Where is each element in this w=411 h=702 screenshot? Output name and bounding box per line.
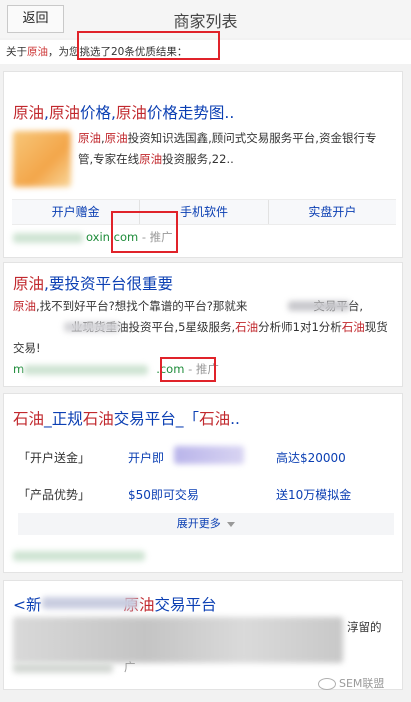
highlight-box-summary <box>77 31 220 60</box>
desc-text: 投资服务,22.. <box>162 152 234 166</box>
title-keyword: 石油 <box>82 410 114 428</box>
result-description: 淳留的 <box>347 617 382 638</box>
blurred-url <box>13 233 83 243</box>
title-keyword: 原油 <box>13 275 45 293</box>
result-url-line[interactable]: 广 <box>124 657 136 678</box>
result-title[interactable]: 石油_正规石油交易平台_「石油.. <box>13 407 240 429</box>
page-title: 商家列表 <box>173 12 238 31</box>
desc-keyword: 原油 <box>139 152 163 166</box>
highlight-box-ad-tag <box>160 357 216 382</box>
highlight-box-ad-tag <box>111 211 178 253</box>
row-value[interactable]: 高达$20000 <box>276 449 346 466</box>
title-text: _正规 <box>44 410 83 428</box>
sitelinks: 开户赠金 手机软件 实盘开户 <box>12 199 396 225</box>
row-label: 「产品优势」 <box>18 488 91 502</box>
title-keyword: 石油 <box>199 410 231 428</box>
blurred-text <box>174 446 244 464</box>
row-value[interactable]: 送10万模拟金 <box>276 486 351 503</box>
title-text: 交易平台 <box>154 596 217 614</box>
title-text: 价格, <box>79 104 116 122</box>
summary-prefix: 关于 <box>6 46 27 58</box>
info-row: 「产品优势」 $50即可交易 送10万模拟金 <box>18 486 398 506</box>
desc-keyword: 原油 <box>13 299 36 313</box>
title-keyword: 原油 <box>115 104 147 122</box>
title-keyword: 石油 <box>13 410 45 428</box>
title-keyword: 原油 <box>13 104 45 122</box>
desc-text: 淳留的 <box>347 620 382 634</box>
caret-down-icon <box>227 521 236 527</box>
watermark: SEM联盟 <box>318 675 384 691</box>
blurred-url <box>13 663 113 673</box>
result-url: m <box>13 362 25 376</box>
row-value[interactable]: 开户即 <box>128 449 164 466</box>
wechat-icon <box>318 678 336 690</box>
blurred-text <box>42 597 138 609</box>
title-text: .. <box>230 410 240 428</box>
title-keyword: 原油 <box>48 104 80 122</box>
result-card[interactable]: 石油_正规石油交易平台_「石油.. 「开户送金」 开户即 高达$20000 「产… <box>3 393 403 573</box>
result-title[interactable]: 原油,原油价格,原油价格走势图.. <box>13 101 234 123</box>
result-description: 原油,原油投资知识选国鑫,顾问式交易服务平台,资金银行专管,专家在线原油投资服务… <box>78 128 390 170</box>
row-value[interactable]: $50即可交易 <box>128 486 199 503</box>
desc-text: ,找不到好平台?想找个靠谱的平台?那就来 <box>36 299 248 313</box>
desc-keyword: 石油 <box>235 320 259 334</box>
desc-keyword: 石油 <box>341 320 365 334</box>
expand-more-label: 展开更多 <box>176 517 221 530</box>
desc-text: 分析师1对1分析 <box>258 320 342 334</box>
summary-keyword: 原油 <box>27 46 48 58</box>
title-text: 价格走势图.. <box>146 104 235 122</box>
ad-tag: 广 <box>124 660 136 674</box>
result-title[interactable]: 原油,要投资平台很重要 <box>13 272 173 294</box>
row-label: 「开户送金」 <box>18 451 91 465</box>
blurred-text <box>13 617 343 663</box>
desc-keyword: 原油 <box>104 131 128 145</box>
title-text: 交易平台_「 <box>113 410 200 428</box>
blurred-url <box>13 551 145 561</box>
blurred-url <box>24 365 148 375</box>
thumbnail-image[interactable] <box>13 131 71 187</box>
expand-more-button[interactable]: 展开更多 <box>18 513 394 535</box>
sitelink-live-account[interactable]: 实盘开户 <box>267 200 396 224</box>
result-card[interactable]: 原油,原油价格,原油价格走势图.. 原油,原油投资知识选国鑫,顾问式交易服务平台… <box>3 71 403 258</box>
desc-keyword: 原油 <box>78 131 101 145</box>
title-text: <新 <box>13 596 42 614</box>
blurred-text <box>288 301 350 311</box>
title-text: ,要投资平台很重要 <box>44 275 173 293</box>
result-card[interactable]: <新 原油交易平台 淳留的 广 <box>3 580 403 690</box>
watermark-text: SEM联盟 <box>339 677 385 690</box>
blurred-text <box>64 322 120 332</box>
